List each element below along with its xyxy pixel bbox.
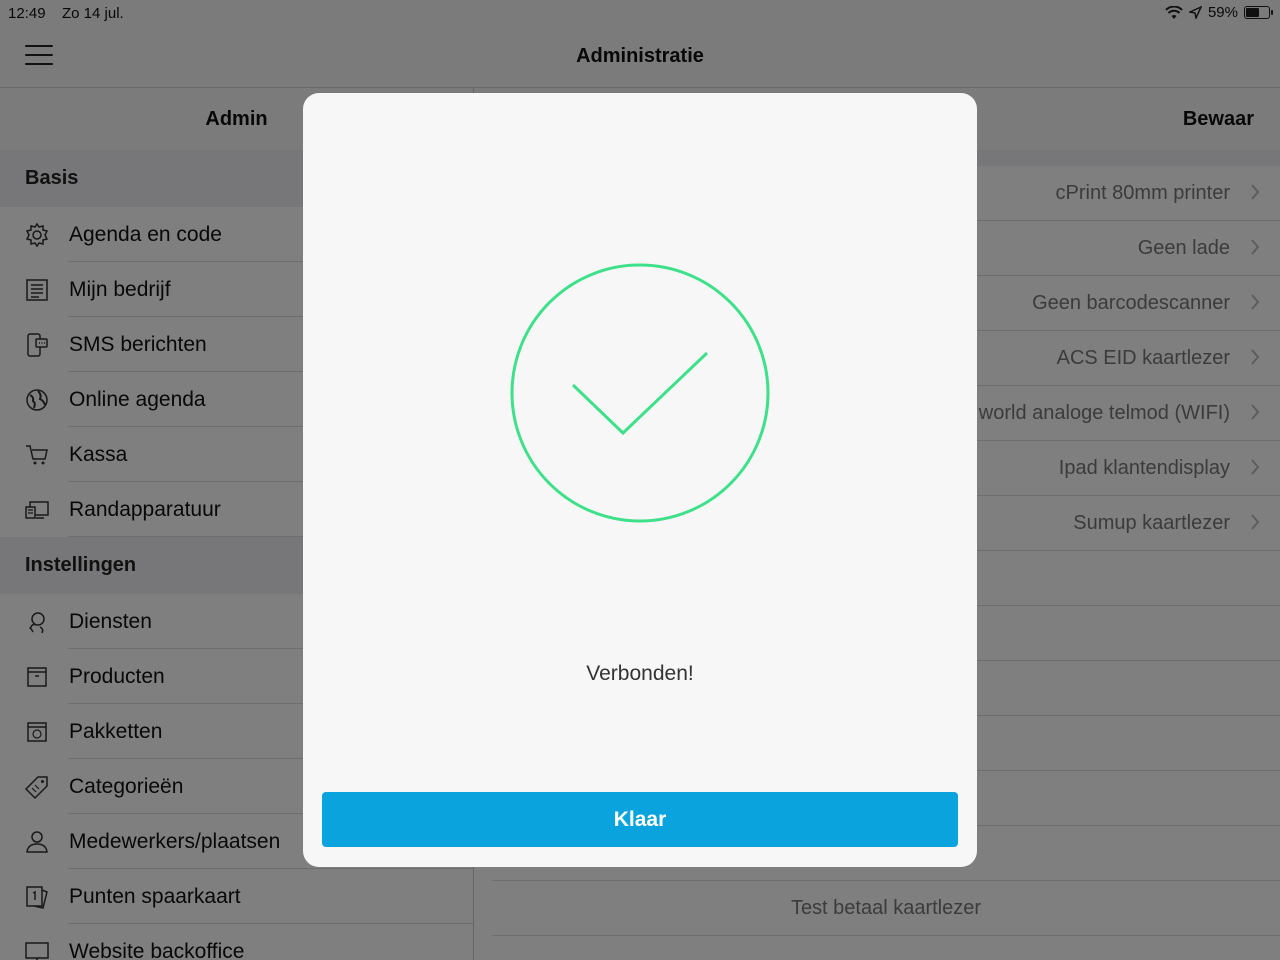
done-button[interactable]: Klaar: [322, 792, 958, 847]
connection-success-dialog: Verbonden! Klaar: [303, 93, 977, 867]
checkmark-circle-icon: [510, 263, 770, 523]
dialog-message: Verbonden!: [586, 662, 694, 685]
